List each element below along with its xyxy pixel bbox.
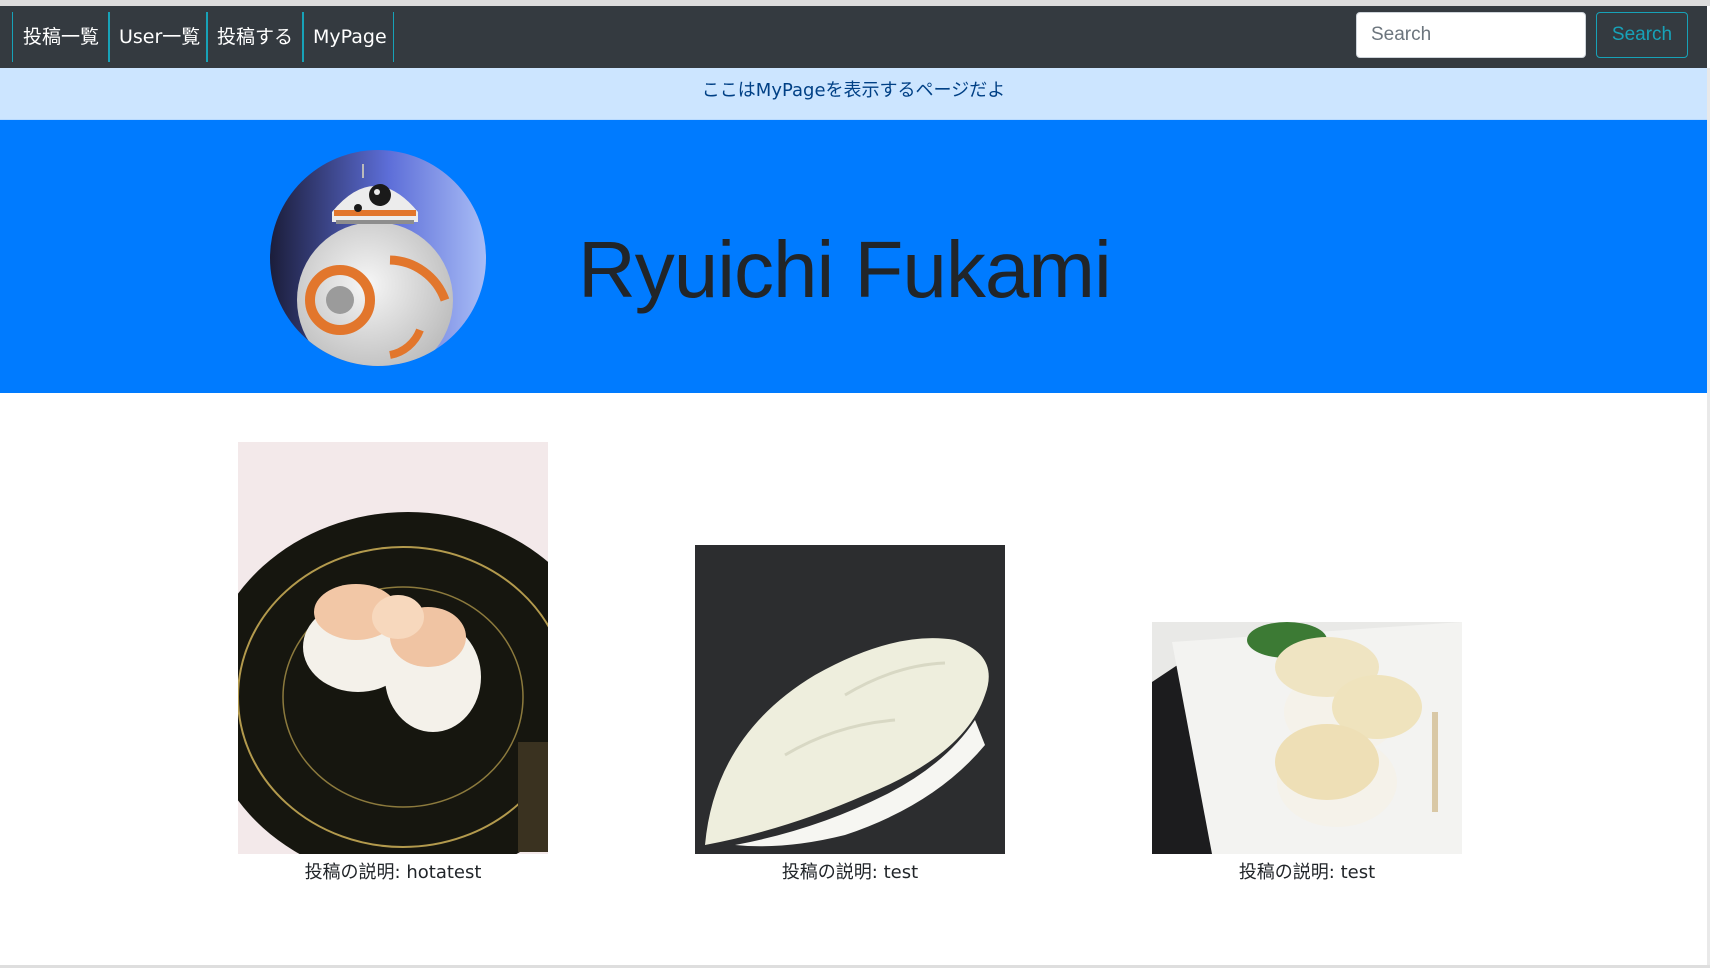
post-caption: 投稿の説明: test	[1238, 862, 1376, 883]
post-image[interactable]	[695, 545, 1005, 854]
scallop-sushi-white-plate-photo-icon	[1152, 622, 1462, 854]
post-image[interactable]	[1152, 622, 1462, 854]
scallop-nigiri-photo-icon	[695, 545, 1005, 854]
navbar: 投稿一覧 User一覧 投稿する MyPage Search	[0, 6, 1707, 68]
post-image[interactable]	[238, 442, 548, 854]
post-caption: 投稿の説明: test	[781, 862, 919, 883]
nav-mypage-link[interactable]: MyPage	[302, 12, 394, 62]
post-caption: 投稿の説明: hotatest	[304, 862, 482, 883]
bb8-avatar-icon	[270, 150, 486, 366]
scallop-sushi-photo-icon	[238, 442, 548, 854]
nav-user-list-link[interactable]: User一覧	[108, 12, 208, 62]
profile-avatar	[270, 150, 486, 366]
search-button[interactable]: Search	[1596, 12, 1688, 58]
info-alert: ここはMyPageを表示するページだよ	[0, 68, 1707, 120]
alert-message: ここはMyPageを表示するページだよ	[701, 80, 1006, 101]
nav-new-post-link[interactable]: 投稿する	[206, 12, 304, 62]
profile-jumbotron: Ryuichi Fukami	[0, 120, 1707, 393]
profile-name: Ryuichi Fukami	[578, 224, 1112, 314]
nav-post-list-link[interactable]: 投稿一覧	[12, 12, 110, 62]
search-input[interactable]	[1356, 12, 1586, 58]
